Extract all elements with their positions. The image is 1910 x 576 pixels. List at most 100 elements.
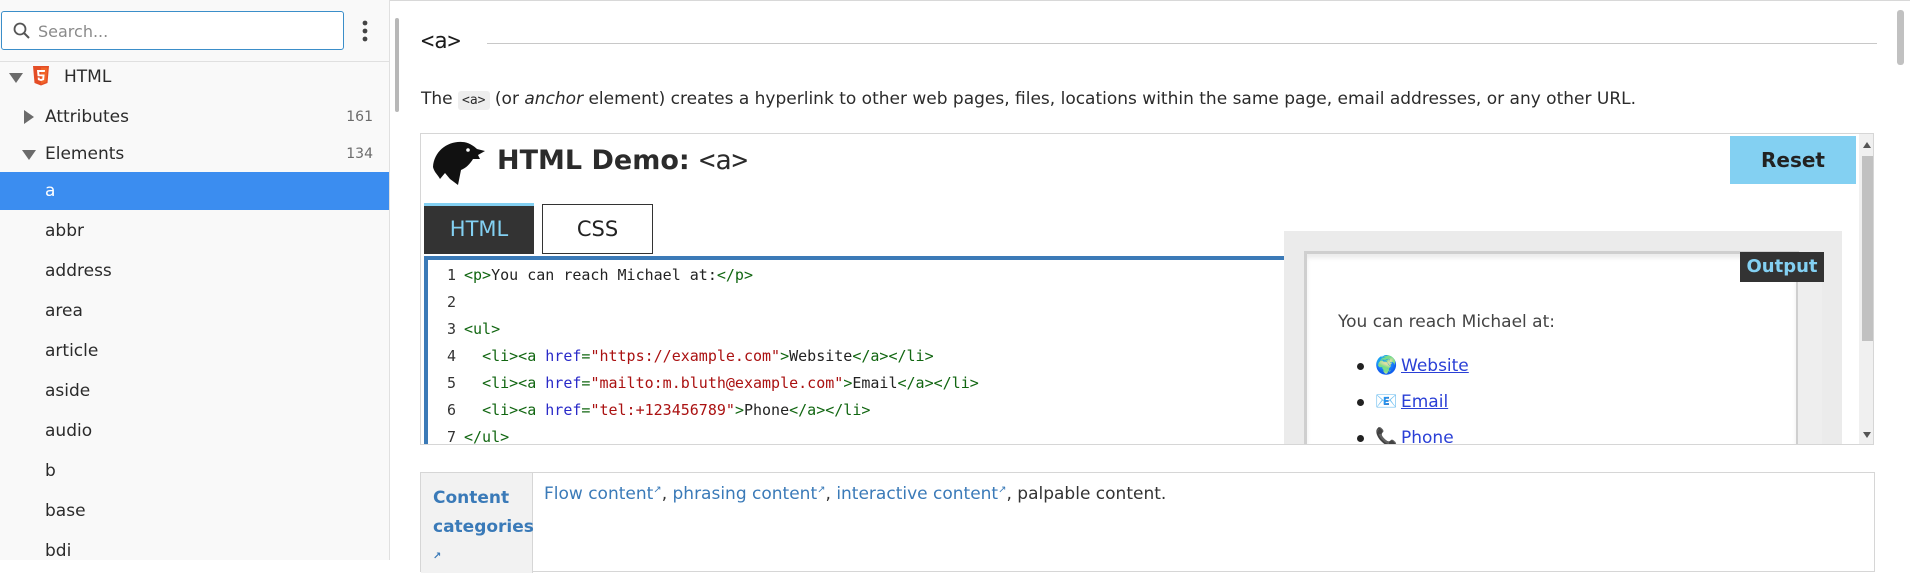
sidebar-item-label: address <box>45 261 112 281</box>
tree-group-elements[interactable]: Elements 134 <box>0 135 389 173</box>
line-number: 5 <box>446 374 456 392</box>
code-token: Phone <box>743 401 790 419</box>
category-link[interactable]: Flow content <box>544 484 653 504</box>
tree-root-label: HTML <box>64 67 112 87</box>
more-options-icon[interactable] <box>354 15 376 47</box>
line-number: 1 <box>446 266 456 284</box>
collapse-arrow-icon[interactable] <box>22 150 36 160</box>
content-categories-title[interactable]: Content categories ↗ <box>433 484 534 576</box>
code-token: Website <box>789 347 853 365</box>
sidebar-item-address[interactable]: address <box>0 252 389 290</box>
tree-group-count: 161 <box>346 109 373 125</box>
code-token: > <box>843 374 853 392</box>
tab-css[interactable]: CSS <box>542 204 653 254</box>
tree-group-label: Attributes <box>45 107 129 127</box>
search-input[interactable] <box>36 12 340 51</box>
reset-button[interactable]: Reset <box>1730 136 1856 184</box>
code-token: > <box>734 401 744 419</box>
code-token: href <box>545 401 582 419</box>
output-badge: Output <box>1740 252 1824 282</box>
globe-icon: 🌍 <box>1375 355 1398 376</box>
bullet <box>1357 435 1364 442</box>
bullet <box>1357 399 1364 406</box>
tree-group-count: 134 <box>346 146 373 162</box>
code-token: </ul> <box>464 428 510 445</box>
page-scroll-thumb[interactable] <box>1897 10 1904 65</box>
external-link-icon: ↗ <box>817 484 826 496</box>
tab-html[interactable]: HTML <box>424 203 534 254</box>
code-token: <li><a <box>482 401 546 419</box>
sidebar-item-label: article <box>45 341 99 361</box>
sidebar-item-label: area <box>45 301 83 321</box>
title-divider <box>487 43 1877 44</box>
sidebar-item-article[interactable]: article <box>0 332 389 370</box>
line-number: 2 <box>446 293 456 311</box>
category-link[interactable]: interactive content <box>836 484 998 504</box>
sidebar: HTML Attributes 161 Elements 134 a abbr ad… <box>0 0 390 560</box>
code-token: Email <box>852 374 898 392</box>
code-token: </a></li> <box>897 374 979 392</box>
external-link-icon: ↗ <box>653 484 662 496</box>
code-token: "https://example.com" <box>590 347 781 365</box>
demo-title: HTML Demo: <a> <box>497 145 748 176</box>
tree-root-html[interactable]: HTML <box>0 58 389 96</box>
category-tail: , palpable content. <box>1006 484 1167 504</box>
sidebar-item-aside[interactable]: aside <box>0 372 389 410</box>
sidebar-item-label: b <box>45 461 56 481</box>
output-pane <box>1304 251 1799 444</box>
intro-paragraph: The <a> (or anchor element) creates a hy… <box>421 89 1636 110</box>
email-link[interactable]: Email <box>1401 392 1448 412</box>
code-token: "tel:+123456789" <box>590 401 735 419</box>
phone-link[interactable]: Phone <box>1401 428 1454 444</box>
website-link[interactable]: Website <box>1401 356 1469 376</box>
expand-arrow-icon[interactable] <box>9 73 23 83</box>
inline-code: <a> <box>458 91 490 110</box>
sidebar-item-bdi[interactable]: bdi <box>0 532 389 560</box>
line-number: 4 <box>446 347 456 365</box>
code-token: </p> <box>716 266 753 284</box>
line-number: 6 <box>446 401 456 419</box>
scroll-up-icon[interactable] <box>1863 142 1871 148</box>
sidebar-item-area[interactable]: area <box>0 292 389 330</box>
line-number: 7 <box>446 428 456 445</box>
phone-icon: 📞 <box>1375 427 1398 445</box>
demo-title-tag: <a> <box>699 145 748 176</box>
code-token: <li><a <box>482 374 546 392</box>
envelope-icon: 📧 <box>1375 391 1398 412</box>
sidebar-item-b[interactable]: b <box>0 452 389 490</box>
code-token: </a></li> <box>852 347 934 365</box>
sidebar-item-abbr[interactable]: abbr <box>0 212 389 250</box>
interactive-demo: HTML Demo: <a> Reset HTML CSS 1 <p>You ca… <box>420 133 1874 445</box>
sidebar-item-audio[interactable]: audio <box>0 412 389 450</box>
demo-scroll-thumb[interactable] <box>1862 156 1873 341</box>
content-categories-label: Content categories <box>433 488 534 537</box>
code-line: <p>You can reach Michael at:</p> <box>464 266 753 284</box>
search-icon <box>13 22 30 39</box>
bullet <box>1357 363 1364 370</box>
output-text: You can reach Michael at: <box>1338 312 1555 332</box>
code-token: <li><a <box>482 347 546 365</box>
code-line: <li><a href="tel:+123456789">Phone</a></… <box>464 401 870 419</box>
demo-title-prefix: HTML Demo: <box>497 145 700 176</box>
tree-group-attributes[interactable]: Attributes 161 <box>0 98 389 136</box>
scroll-down-icon[interactable] <box>1863 432 1871 438</box>
expand-arrow-icon[interactable] <box>24 110 34 124</box>
sidebar-item-a[interactable]: a <box>0 172 389 210</box>
output-scroll-gutter <box>1798 254 1822 444</box>
search-box[interactable] <box>1 11 344 51</box>
category-link[interactable]: phrasing content <box>673 484 818 504</box>
code-editor[interactable]: 1 <p>You can reach Michael at:</p> 2 3 <ul> 4… <box>424 256 1284 445</box>
external-link-icon: ↗ <box>433 551 442 562</box>
code-line: <li><a href="https://example.com">Websit… <box>464 347 934 365</box>
sidebar-item-base[interactable]: base <box>0 492 389 530</box>
code-line: <ul> <box>464 320 500 338</box>
sidebar-item-label: aside <box>45 381 91 401</box>
content-categories-value: Flow content↗, phrasing content↗, intera… <box>544 484 1167 504</box>
sidebar-item-label: a <box>45 181 56 201</box>
code-token: href <box>545 347 582 365</box>
sidebar-scrollbar[interactable] <box>395 18 399 112</box>
code-token: You can reach Michael at: <box>491 266 717 284</box>
